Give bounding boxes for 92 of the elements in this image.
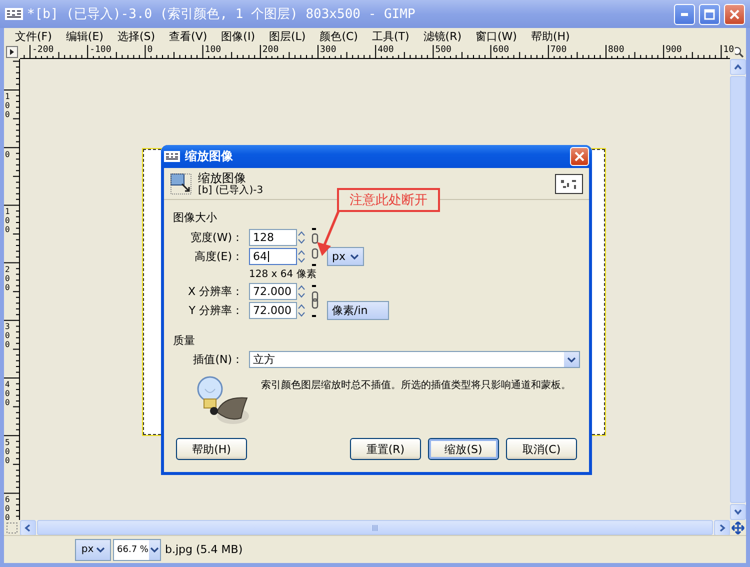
dialog-button[interactable]: 重置(R) <box>350 438 421 460</box>
ruler-label: 400 <box>376 45 395 56</box>
number-field[interactable]: 72.000 <box>249 283 297 300</box>
broken-chain-icon[interactable] <box>311 227 319 267</box>
field-label: 插值(N)： <box>192 352 244 367</box>
ruler-label: -100 <box>88 45 112 56</box>
file-info: b.jpg (5.4 MB) <box>165 543 243 556</box>
unit-dropdown[interactable]: px <box>327 247 364 266</box>
scroll-down-button[interactable] <box>730 504 746 520</box>
ruler-label: -200 <box>31 45 55 56</box>
caret-icon <box>567 356 576 362</box>
dialog-button[interactable]: 帮助(H) <box>176 438 247 460</box>
menu-item[interactable]: 查看(V) <box>162 29 214 44</box>
dialog-button[interactable]: 缩放(S) <box>428 438 499 460</box>
field-label: Y 分辨率： <box>188 303 244 318</box>
hint-text: 索引颜色图层缩放时总不插值。所选的插值类型将只影响通道和蒙板。 <box>261 378 571 393</box>
spin-buttons[interactable] <box>297 229 306 246</box>
chain-icon[interactable] <box>311 284 319 318</box>
field-label: X 分辨率： <box>187 284 244 299</box>
ruler-label: 500 <box>434 45 452 56</box>
ruler-label: 300 <box>319 45 338 56</box>
ruler-label: 0 <box>146 45 154 56</box>
menu-item[interactable]: 窗口(W) <box>468 29 524 44</box>
app-icon <box>5 8 23 20</box>
maximize-button[interactable] <box>699 4 720 24</box>
menu-item[interactable]: 颜色(C) <box>312 29 365 44</box>
ruler-label: 100 <box>5 207 11 234</box>
ruler-label: 0 <box>5 150 11 159</box>
ruler-label: 600 <box>492 45 510 56</box>
maximize-icon <box>704 8 715 20</box>
field-label: 宽度(W)： <box>190 230 244 245</box>
ruler-label: 100 <box>204 45 222 56</box>
scrollbar-thumb[interactable] <box>37 520 713 535</box>
annotation-callout: 注意此处断开 <box>337 188 440 212</box>
scroll-right-button[interactable] <box>714 520 730 536</box>
navigate-icon[interactable] <box>731 520 745 534</box>
scroll-up-button[interactable] <box>730 59 746 75</box>
scale-icon <box>170 172 192 194</box>
menu-item[interactable]: 文件(F) <box>8 29 59 44</box>
ruler-label: 600 <box>5 495 11 520</box>
ruler-label: 200 <box>261 45 280 56</box>
spin-buttons[interactable] <box>297 283 306 300</box>
ruler-label: 800 <box>607 45 626 56</box>
ruler-label: 300 <box>5 322 11 350</box>
menu-item[interactable]: 工具(T) <box>364 29 416 44</box>
close-button[interactable] <box>570 147 589 166</box>
ruler-label: 900 <box>664 45 683 56</box>
caret-icon <box>150 546 159 552</box>
zoom-icon[interactable] <box>732 46 744 58</box>
close-icon <box>574 151 585 162</box>
unit-dropdown[interactable]: 像素/in <box>327 301 389 320</box>
dialog-title: 缩放图像 <box>185 148 234 165</box>
section-heading: 图像大小 <box>173 210 218 225</box>
menu-item[interactable]: 编辑(E) <box>58 29 110 44</box>
ruler-label: 700 <box>549 45 568 56</box>
section-heading: 质量 <box>173 333 196 348</box>
number-field[interactable]: 72.000 <box>249 302 297 319</box>
menu-item[interactable]: 帮助(H) <box>524 29 577 44</box>
quick-mask-icon[interactable] <box>6 522 18 534</box>
menu-item[interactable]: 滤镜(R) <box>416 29 469 44</box>
ruler-label: 400 <box>5 380 11 407</box>
menu-item[interactable]: 选择(S) <box>110 29 162 44</box>
zoom-combo[interactable]: 66.7 % <box>113 538 161 560</box>
number-field[interactable]: 64 <box>249 248 297 265</box>
interpolation-dropdown[interactable]: 立方 <box>249 351 580 368</box>
field-label: 高度(E)： <box>193 249 244 264</box>
number-field[interactable]: 128 <box>249 229 297 246</box>
menu-item[interactable]: 图像(I) <box>214 29 262 44</box>
caret-icon <box>350 254 358 260</box>
close-button[interactable] <box>724 4 745 24</box>
header-subtitle: [b] (已导入)-3 <box>198 184 264 196</box>
spin-buttons[interactable] <box>297 302 306 319</box>
dialog-button[interactable]: 取消(C) <box>506 438 577 460</box>
grip-icon <box>372 524 378 530</box>
menu-item[interactable]: 图层(L) <box>262 29 313 44</box>
window-title: *[b] (已导入)-3.0 (索引颜色, 1 个图层) 803x500 - GIMP <box>27 6 416 23</box>
close-icon <box>729 8 740 20</box>
header-title: 缩放图像 <box>198 172 247 184</box>
ruler-label: 500 <box>5 438 11 465</box>
unit-dropdown[interactable]: px <box>75 538 111 560</box>
ruler-label: 200 <box>5 264 11 292</box>
minimize-icon <box>681 12 688 16</box>
ruler-label: 100 <box>5 92 11 119</box>
caret-icon <box>96 546 105 552</box>
ruler-label: 10 <box>722 45 736 56</box>
size-note: 128 x 64 像素 <box>249 268 318 281</box>
scrollbar-thumb[interactable] <box>730 76 746 503</box>
app-icon <box>164 151 180 162</box>
minimize-button[interactable] <box>674 4 695 24</box>
image-thumbnail <box>555 174 583 194</box>
spin-buttons[interactable] <box>297 248 306 265</box>
scroll-left-button[interactable] <box>20 520 36 536</box>
